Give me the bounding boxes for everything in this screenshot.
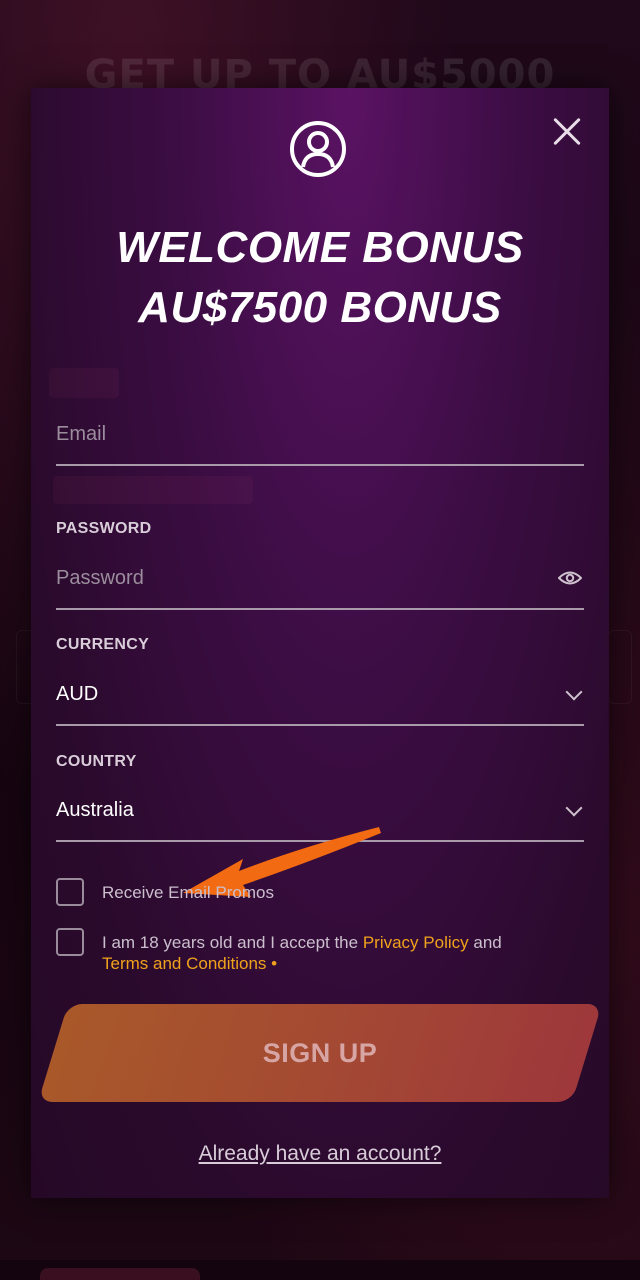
terms-prefix: I am 18 years old and I accept the bbox=[102, 933, 363, 952]
chevron-down-icon bbox=[565, 799, 583, 817]
terms-checkbox[interactable] bbox=[56, 928, 84, 956]
currency-underline bbox=[56, 724, 584, 726]
email-promos-checkbox[interactable] bbox=[56, 878, 84, 906]
terms-row: I am 18 years old and I accept the Priva… bbox=[56, 928, 584, 974]
required-mark: • bbox=[266, 954, 278, 973]
email-promos-row: Receive Email Promos bbox=[56, 878, 584, 910]
currency-label: CURRENCY bbox=[56, 636, 150, 653]
terms-text: I am 18 years old and I accept the Priva… bbox=[102, 932, 572, 974]
currency-value: AUD bbox=[56, 683, 99, 705]
welcome-title-line1: WELCOME BONUS bbox=[116, 223, 524, 272]
sign-up-button[interactable]: SIGN UP bbox=[38, 1004, 602, 1102]
chevron-down-icon bbox=[565, 683, 583, 701]
user-avatar-icon bbox=[290, 121, 346, 177]
currency-select[interactable]: CURRENCY AUD bbox=[56, 636, 584, 726]
privacy-policy-link[interactable]: Privacy Policy bbox=[363, 933, 469, 952]
already-have-account-link[interactable]: Already have an account? bbox=[31, 1142, 609, 1166]
blurred-area bbox=[49, 368, 119, 398]
password-input[interactable] bbox=[56, 560, 516, 596]
blurred-area bbox=[53, 476, 253, 504]
email-underline bbox=[56, 464, 584, 466]
sign-up-label: SIGN UP bbox=[262, 1037, 378, 1068]
password-underline bbox=[56, 608, 584, 610]
background-panel bbox=[608, 630, 632, 704]
eye-icon[interactable] bbox=[558, 570, 582, 586]
terms-conditions-link[interactable]: Terms and Conditions bbox=[102, 954, 266, 973]
country-value: Australia bbox=[56, 799, 134, 821]
signup-modal: WELCOME BONUS AU$7500 BONUS PASSWORD CUR… bbox=[31, 88, 609, 1198]
email-input[interactable] bbox=[56, 416, 516, 452]
terms-middle: and bbox=[468, 933, 502, 952]
welcome-title-line2: AU$7500 BONUS bbox=[138, 283, 502, 332]
email-promos-label: Receive Email Promos bbox=[102, 883, 274, 902]
welcome-title: WELCOME BONUS AU$7500 BONUS bbox=[31, 218, 609, 338]
password-field: PASSWORD bbox=[56, 520, 584, 610]
background-nav-tab bbox=[40, 1268, 200, 1280]
country-label: COUNTRY bbox=[56, 753, 137, 770]
password-label: PASSWORD bbox=[56, 520, 152, 537]
email-field bbox=[56, 410, 584, 466]
close-icon[interactable] bbox=[549, 114, 583, 148]
